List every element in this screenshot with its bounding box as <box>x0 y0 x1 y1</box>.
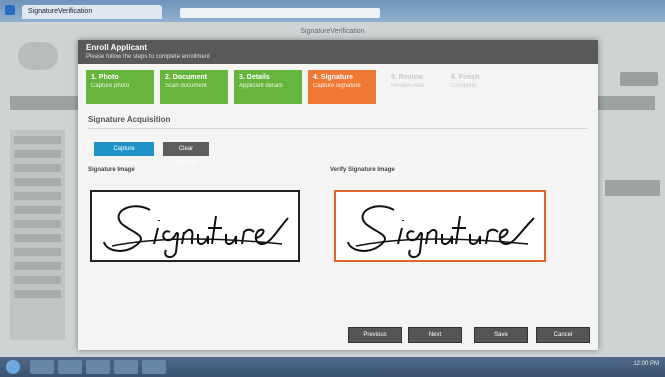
verify-signature-drawing <box>347 205 535 258</box>
start-button-icon[interactable] <box>6 360 20 374</box>
step-label: 4. Signature <box>313 74 354 81</box>
step-photo[interactable]: 1. Photo Capture photo <box>86 70 154 104</box>
browser-tab[interactable]: SignatureVerification <box>22 5 162 19</box>
step-description: Capture photo <box>91 83 130 89</box>
step-label: 5. Review <box>391 74 423 81</box>
section-title: Signature Acquisition <box>88 115 171 124</box>
browser-toolbar: SignatureVerification <box>0 0 665 22</box>
step-description: Scan document <box>165 83 207 89</box>
previous-button[interactable]: Previous <box>348 327 402 343</box>
taskbar-clock[interactable]: 12:00 PM <box>633 361 659 367</box>
dialog-subtitle: Please follow the steps to complete enro… <box>86 54 210 60</box>
cancel-button[interactable]: Cancel <box>536 327 590 343</box>
step-finish[interactable]: 6. Finish Complete <box>446 70 514 104</box>
step-description: Review data <box>391 83 425 89</box>
step-review[interactable]: 5. Review Review data <box>386 70 454 104</box>
background-action-button <box>620 72 658 86</box>
step-details[interactable]: 3. Details Applicant details <box>234 70 302 104</box>
taskbar-app-icon[interactable] <box>86 360 110 374</box>
dialog-header: Enroll Applicant Please follow the steps… <box>78 40 598 64</box>
window-title: SignatureVerification <box>300 28 365 35</box>
signature-drawing <box>103 205 289 258</box>
background-panel <box>605 180 660 196</box>
taskbar-app-icon[interactable] <box>58 360 82 374</box>
signature-image-label: Signature Image <box>88 167 135 173</box>
taskbar-app-icon[interactable] <box>30 360 54 374</box>
app-logo <box>18 42 58 70</box>
save-button[interactable]: Save <box>474 327 528 343</box>
browser-back-icon[interactable] <box>5 5 15 15</box>
step-label: 6. Finish <box>451 74 480 81</box>
step-label: 2. Document <box>165 74 208 81</box>
taskbar: 12:00 PM <box>0 357 665 377</box>
verify-signature-image <box>334 190 546 262</box>
background-sidebar <box>10 130 65 340</box>
signature-image <box>90 190 300 262</box>
address-bar[interactable] <box>180 8 380 18</box>
enroll-applicant-dialog: Enroll Applicant Please follow the steps… <box>78 40 598 350</box>
step-signature[interactable]: 4. Signature Capture signature <box>308 70 376 104</box>
clear-capture-button[interactable]: Clear Capture <box>163 142 209 166</box>
step-description: Complete <box>451 83 477 89</box>
step-label: 3. Details <box>239 74 270 81</box>
next-button[interactable]: Next <box>408 327 462 343</box>
section-divider <box>88 128 588 129</box>
step-description: Applicant details <box>239 83 283 89</box>
step-label: 1. Photo <box>91 74 119 81</box>
verify-image-label: Verify Signature Image <box>330 167 395 173</box>
taskbar-app-icon[interactable] <box>142 360 166 374</box>
capture-signature-button[interactable]: Capture Signature <box>94 142 154 166</box>
step-document[interactable]: 2. Document Scan document <box>160 70 228 104</box>
step-description: Capture signature <box>313 83 361 89</box>
dialog-title: Enroll Applicant <box>86 43 148 52</box>
taskbar-app-icon[interactable] <box>114 360 138 374</box>
